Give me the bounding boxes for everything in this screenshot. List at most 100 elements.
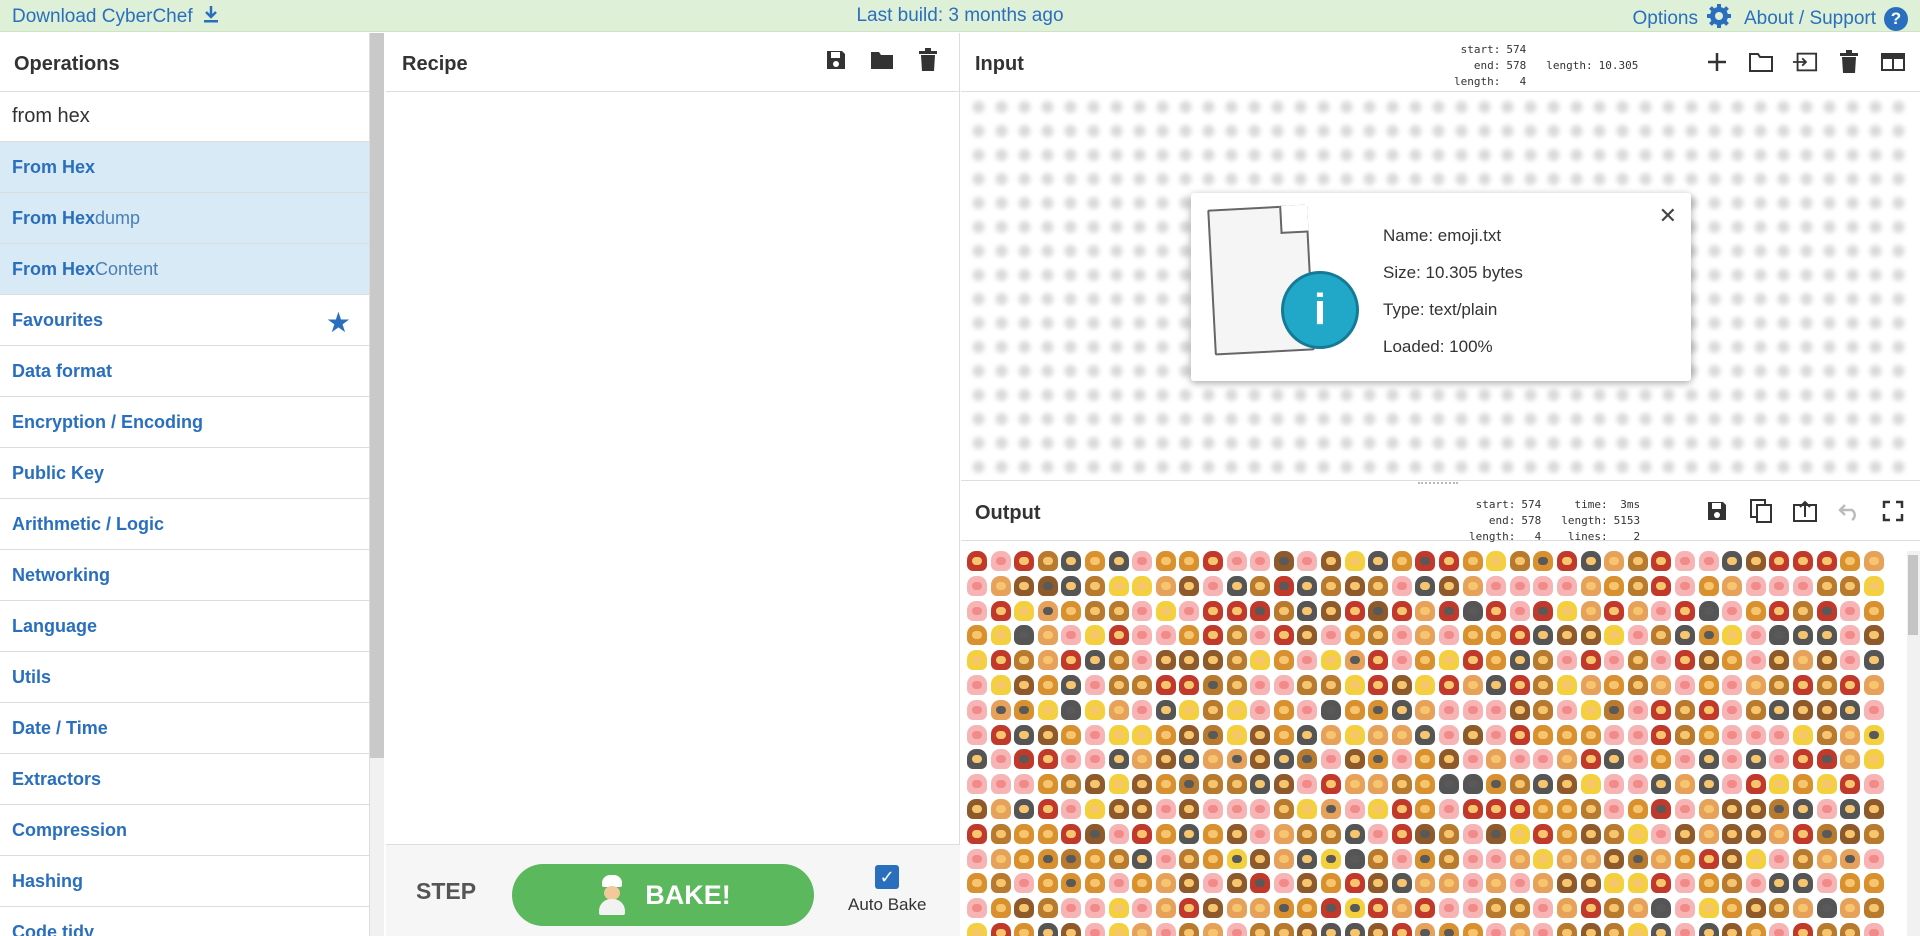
category-favourites[interactable]: Favourites ★: [0, 295, 369, 346]
download-link[interactable]: Download CyberChef: [12, 4, 221, 30]
emoji-glyph: [1722, 551, 1743, 571]
open-file-icon[interactable]: [1792, 49, 1818, 75]
file-info-icon: i: [1207, 204, 1359, 367]
bake-button[interactable]: BAKE!: [512, 864, 814, 926]
category-data-format[interactable]: Data format: [0, 346, 369, 397]
category-extractors[interactable]: Extractors: [0, 754, 369, 805]
emoji-glyph: [1627, 625, 1648, 646]
emoji-glyph: [1793, 650, 1813, 671]
emoji-glyph: [1297, 823, 1318, 844]
step-button[interactable]: STEP: [416, 878, 476, 905]
op-result-from-hexdump[interactable]: From Hex dump: [0, 193, 369, 244]
clear-input-icon[interactable]: [1836, 49, 1862, 75]
category-networking[interactable]: Networking: [0, 550, 369, 601]
replace-input-icon[interactable]: [1792, 498, 1818, 524]
emoji-glyph: [1840, 675, 1861, 695]
emoji-glyph: [1627, 848, 1648, 869]
emoji-glyph: [1816, 774, 1837, 795]
op-result-from-hex-content[interactable]: From Hex Content: [0, 244, 369, 295]
output-end: 578: [1521, 514, 1542, 527]
star-icon: ★: [325, 307, 351, 338]
options-label[interactable]: Options: [1632, 8, 1697, 30]
emoji-glyph: [1014, 625, 1035, 646]
operations-scrollbar-thumb[interactable]: [370, 33, 384, 758]
save-output-icon[interactable]: [1704, 498, 1730, 524]
emoji-glyph: [1250, 600, 1271, 621]
category-encryption-encoding[interactable]: Encryption / Encoding: [0, 397, 369, 448]
download-icon[interactable]: [201, 4, 221, 30]
layout-icon[interactable]: [1880, 49, 1906, 75]
emoji-glyph: [1627, 650, 1648, 671]
emoji-glyph: [1344, 675, 1365, 695]
category-public-key[interactable]: Public Key: [0, 448, 369, 499]
emoji-glyph: [1014, 699, 1035, 720]
emoji-glyph: [1179, 575, 1200, 596]
emoji-glyph: [1226, 923, 1247, 936]
emoji-glyph: [1132, 675, 1153, 695]
emoji-glyph: [1627, 799, 1648, 819]
emoji-glyph: [1675, 873, 1695, 894]
category-hashing[interactable]: Hashing: [0, 856, 369, 907]
emoji-glyph: [1698, 774, 1719, 795]
output-text-area[interactable]: [967, 551, 1885, 936]
emoji-glyph: [1509, 650, 1530, 671]
emoji-glyph: [1368, 848, 1389, 869]
emoji-glyph: [1368, 749, 1389, 770]
category-utils[interactable]: Utils: [0, 652, 369, 703]
about-label[interactable]: About / Support: [1744, 8, 1876, 30]
emoji-glyph: [1108, 873, 1129, 894]
operations-search-input[interactable]: [12, 105, 357, 128]
category-compression[interactable]: Compression: [0, 805, 369, 856]
emoji-glyph: [1745, 749, 1766, 770]
operations-scrollbar-track[interactable]: [370, 758, 384, 936]
download-label[interactable]: Download CyberChef: [12, 6, 193, 28]
copy-icon[interactable]: [1748, 498, 1774, 524]
emoji-glyph: [1273, 848, 1294, 869]
open-folder-icon[interactable]: [1748, 49, 1774, 75]
emoji-glyph: [1793, 774, 1813, 795]
emoji-glyph: [1722, 873, 1743, 894]
undo-icon[interactable]: [1836, 498, 1862, 524]
help-icon[interactable]: ?: [1884, 7, 1908, 31]
autobake-checkbox[interactable]: ✓: [875, 865, 900, 889]
emoji-glyph: [1250, 848, 1271, 869]
about-support-button[interactable]: About / Support ?: [1744, 7, 1908, 31]
recipe-pane: Recipe STEP BAKE! ✓ Auto Bake: [386, 33, 960, 936]
trash-icon[interactable]: [915, 47, 941, 73]
emoji-glyph: [1014, 923, 1035, 936]
emoji-glyph: [1863, 848, 1884, 869]
emoji-glyph: [1840, 600, 1861, 621]
category-date-time[interactable]: Date / Time: [0, 703, 369, 754]
emoji-glyph: [1179, 699, 1200, 720]
emoji-glyph: [1840, 650, 1861, 671]
save-icon[interactable]: [823, 47, 849, 73]
emoji-glyph: [990, 774, 1011, 795]
gear-icon[interactable]: [1706, 3, 1732, 35]
category-language[interactable]: Language: [0, 601, 369, 652]
emoji-glyph: [1651, 898, 1672, 919]
emoji-glyph: [1061, 749, 1082, 770]
emoji-glyph: [1769, 699, 1790, 720]
category-arithmetic-logic[interactable]: Arithmetic / Logic: [0, 499, 369, 550]
folder-icon[interactable]: [869, 47, 895, 73]
emoji-glyph: [1344, 625, 1365, 646]
emoji-glyph: [1509, 774, 1530, 795]
output-scrollbar-thumb[interactable]: [1908, 555, 1918, 635]
plus-icon[interactable]: [1704, 49, 1730, 75]
operations-search[interactable]: [0, 92, 369, 142]
category-code-tidy[interactable]: Code tidy: [0, 907, 369, 936]
emoji-glyph: [1462, 898, 1483, 919]
emoji-glyph: [1533, 551, 1554, 571]
op-result-from-hex[interactable]: From Hex: [0, 142, 369, 193]
emoji-glyph: [1391, 724, 1412, 745]
emoji-glyph: [1132, 799, 1153, 819]
emoji-glyph: [1014, 749, 1035, 770]
emoji-glyph: [1321, 873, 1341, 894]
maximise-icon[interactable]: [1880, 498, 1906, 524]
close-icon[interactable]: ✕: [1659, 203, 1677, 229]
autobake-toggle[interactable]: ✓ Auto Bake: [848, 865, 926, 915]
emoji-glyph: [1273, 799, 1294, 819]
options-button[interactable]: Options: [1632, 3, 1731, 35]
emoji-glyph: [1250, 625, 1271, 646]
emoji-glyph: [1321, 625, 1341, 646]
